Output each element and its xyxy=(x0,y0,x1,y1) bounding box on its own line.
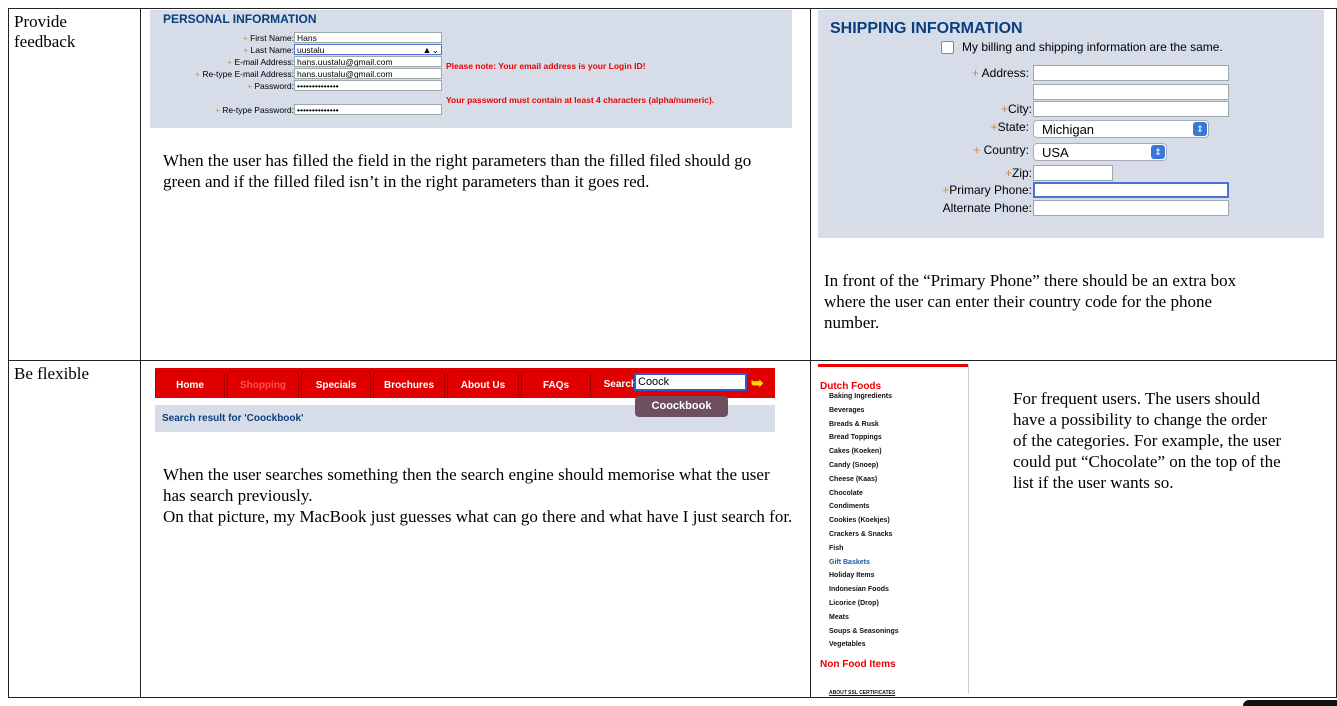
same-address-checkbox[interactable] xyxy=(941,41,954,54)
category-item[interactable]: Cookies (Koekjes) xyxy=(829,517,890,524)
category-item[interactable]: Soups & Seasonings xyxy=(829,628,899,635)
search-go-arrow-icon[interactable]: ➥ xyxy=(751,374,764,392)
password-label: + Password: xyxy=(246,81,294,91)
shipping-information-panel: SHIPPING INFORMATION My billing and ship… xyxy=(818,10,1324,238)
retype-email-input[interactable]: hans.uustalu@gmail.com xyxy=(294,68,442,79)
row-label-provide-feedback: Provide feedback xyxy=(14,12,76,51)
search-result-text: Search result for 'Coockbook' xyxy=(162,413,304,424)
zip-input[interactable] xyxy=(1033,165,1113,181)
tab-shopping[interactable]: Shopping xyxy=(227,371,299,398)
state-select[interactable]: Michigan ⇕ xyxy=(1033,120,1209,138)
first-name-label: + First Name: xyxy=(242,33,294,43)
alternate-phone-label: Alternate Phone: xyxy=(942,201,1032,215)
address-line-1-input[interactable] xyxy=(1033,65,1229,81)
table-border-left xyxy=(8,8,9,698)
site-navigation-screenshot: Home Shopping Specials Brochures About U… xyxy=(155,368,775,432)
address-line-2-input[interactable] xyxy=(1033,84,1229,100)
category-item[interactable]: Vegetables xyxy=(829,641,866,648)
shipping-description: In front of the “Primary Phone” there sh… xyxy=(824,271,1237,332)
table-border-top xyxy=(8,8,1337,9)
last-name-input[interactable]: uustalu ▲⌄ xyxy=(294,44,442,55)
category-item[interactable]: Beverages xyxy=(829,407,864,414)
state-label: +State: xyxy=(990,120,1029,134)
search-input[interactable]: Coock xyxy=(634,373,747,391)
personal-information-panel: PERSONAL INFORMATION + First Name: Hans … xyxy=(150,10,792,128)
search-label: Search xyxy=(603,379,637,390)
ssl-certificates-link[interactable]: ABOUT SSL CERTIFICATES xyxy=(829,690,895,696)
category-side-rule xyxy=(968,364,969,694)
same-address-label: My billing and shipping information are … xyxy=(962,40,1223,54)
tab-brochures[interactable]: Brochures xyxy=(373,371,445,398)
email-label: + E-mail Address: xyxy=(227,57,294,67)
retype-password-input[interactable]: •••••••••••••• xyxy=(294,104,442,115)
category-item[interactable]: Baking Ingredients xyxy=(829,393,892,400)
feedback-description: When the user has filled the field in th… xyxy=(163,151,752,191)
tab-about-us[interactable]: About Us xyxy=(447,371,519,398)
category-item[interactable]: Bread Toppings xyxy=(829,434,882,441)
zip-label: +Zip: xyxy=(1004,166,1032,180)
country-label: + Country: xyxy=(973,143,1029,157)
category-head-dutch-foods[interactable]: Dutch Foods xyxy=(820,381,881,392)
category-top-rule xyxy=(818,364,968,367)
categories-description: For frequent users. The users should hav… xyxy=(1013,389,1282,492)
retype-password-label: + Re-type Password: xyxy=(214,105,294,115)
tab-faqs[interactable]: FAQs xyxy=(521,371,591,398)
retype-email-label: + Re-type E-mail Address: xyxy=(195,69,294,79)
country-dropdown-icon: ⇕ xyxy=(1151,145,1165,159)
category-item[interactable]: Gift Baskets xyxy=(829,559,870,566)
table-col-divider-2 xyxy=(810,8,811,698)
category-item[interactable]: Breads & Rusk xyxy=(829,421,879,428)
category-list-screenshot: Dutch Foods Baking Ingredients Beverages B… xyxy=(818,364,969,696)
first-name-input[interactable]: Hans xyxy=(294,32,442,43)
email-input[interactable]: hans.uustalu@gmail.com xyxy=(294,56,442,67)
city-input[interactable] xyxy=(1033,101,1229,117)
category-item[interactable]: Cheese (Kaas) xyxy=(829,476,877,483)
search-description: When the user searches something then th… xyxy=(163,465,793,526)
country-select[interactable]: USA ⇕ xyxy=(1033,143,1167,161)
password-input[interactable]: •••••••••••••• xyxy=(294,80,442,91)
primary-phone-input[interactable] xyxy=(1033,182,1229,198)
contact-autofill-icon[interactable]: ▲⌄ xyxy=(423,45,439,54)
category-item[interactable]: Fish xyxy=(829,545,843,552)
tab-specials[interactable]: Specials xyxy=(301,371,371,398)
category-item[interactable]: Cakes (Koeken) xyxy=(829,448,882,455)
table-row-divider xyxy=(8,360,1337,361)
last-name-label: + Last Name: xyxy=(243,45,294,55)
city-label: +City: xyxy=(1000,102,1032,116)
shipping-information-title: SHIPPING INFORMATION xyxy=(830,20,1023,37)
category-item[interactable]: Meats xyxy=(829,614,849,621)
personal-information-title: PERSONAL INFORMATION xyxy=(163,12,317,26)
alternate-phone-input[interactable] xyxy=(1033,200,1229,216)
address-label: + Address: xyxy=(971,66,1029,80)
category-item[interactable]: Condiments xyxy=(829,503,869,510)
search-suggestion[interactable]: Coockbook xyxy=(635,396,728,417)
primary-phone-label: +Primary Phone: xyxy=(942,183,1032,197)
state-dropdown-icon: ⇕ xyxy=(1193,122,1207,136)
category-item[interactable]: Chocolate xyxy=(829,490,863,497)
tab-home[interactable]: Home xyxy=(155,371,225,398)
category-item[interactable]: Licorice (Drop) xyxy=(829,600,879,607)
table-col-divider-1 xyxy=(140,8,141,698)
category-head-non-food[interactable]: Non Food Items xyxy=(820,659,896,670)
category-item[interactable]: Candy (Snoep) xyxy=(829,462,878,469)
table-border-bottom xyxy=(8,697,1337,698)
category-item[interactable]: Crackers & Snacks xyxy=(829,531,892,538)
corner-overlay xyxy=(1243,700,1337,706)
category-item[interactable]: Indonesian Foods xyxy=(829,586,889,593)
row-label-be-flexible: Be flexible xyxy=(14,364,90,383)
category-item[interactable]: Holiday Items xyxy=(829,572,875,579)
